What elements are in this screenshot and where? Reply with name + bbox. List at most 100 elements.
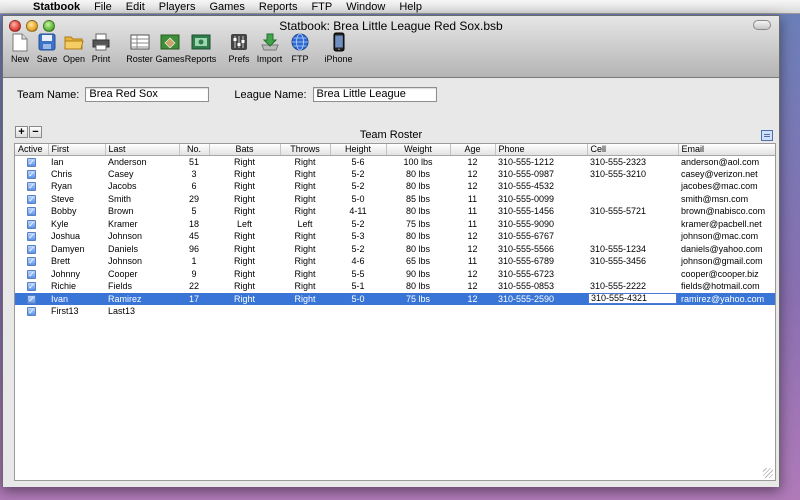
cell-height[interactable]: 4-6 bbox=[330, 255, 386, 268]
cell-cell[interactable]: 310-555-3210 bbox=[587, 168, 678, 181]
menu-ftp[interactable]: FTP bbox=[304, 0, 339, 14]
table-row[interactable]: ✓ Ryan Jacobs 6 Right Right 5-2 80 lbs 12 310-555… bbox=[15, 180, 775, 193]
cell-cell[interactable]: 310-555-5721 bbox=[587, 205, 678, 218]
table-row[interactable]: ✓ Johnny Cooper 9 Right Right 5-5 90 lbs 12 310-5… bbox=[15, 268, 775, 281]
cell-age[interactable]: 12 bbox=[450, 243, 495, 256]
cell-last[interactable]: Anderson bbox=[105, 155, 179, 168]
cell-phone[interactable]: 310-555-0987 bbox=[495, 168, 587, 181]
cell-last[interactable]: Fields bbox=[105, 280, 179, 293]
cell-first[interactable]: Bobby bbox=[48, 205, 105, 218]
column-header-active[interactable]: Active bbox=[15, 144, 49, 156]
cell-age[interactable]: 11 bbox=[450, 193, 495, 206]
cell-phone[interactable] bbox=[495, 305, 587, 318]
cell-throws[interactable]: Right bbox=[280, 255, 330, 268]
cell-no[interactable]: 22 bbox=[179, 280, 209, 293]
active-checkbox[interactable]: ✓ bbox=[27, 182, 36, 192]
cell-bats[interactable]: Right bbox=[209, 180, 280, 193]
active-checkbox[interactable]: ✓ bbox=[27, 307, 36, 317]
cell-no[interactable]: 3 bbox=[179, 168, 209, 181]
print-button[interactable]: Print bbox=[88, 32, 114, 64]
cell-throws[interactable]: Right bbox=[280, 205, 330, 218]
prefs-button[interactable]: Prefs bbox=[226, 32, 252, 64]
cell-email[interactable]: jacobes@mac.com bbox=[678, 180, 775, 193]
iphone-button[interactable]: iPhone bbox=[322, 32, 355, 64]
cell-weight[interactable] bbox=[386, 305, 450, 318]
cell-last[interactable]: Daniels bbox=[105, 243, 179, 256]
league-name-field[interactable]: Brea Little League bbox=[312, 87, 437, 102]
cell-age[interactable]: 12 bbox=[450, 292, 495, 305]
table-row[interactable]: ✓ Damyen Daniels 96 Right Right 5-2 80 lbs 12 310… bbox=[15, 243, 775, 256]
menu-window[interactable]: Window bbox=[339, 0, 392, 14]
cell-throws[interactable]: Right bbox=[280, 180, 330, 193]
cell-email[interactable] bbox=[678, 305, 775, 318]
cell-no[interactable]: 6 bbox=[179, 180, 209, 193]
cell-throws[interactable]: Right bbox=[280, 292, 330, 305]
cell-throws[interactable]: Right bbox=[280, 193, 330, 206]
cell-first[interactable]: Joshua bbox=[48, 230, 105, 243]
cell-height[interactable]: 5-5 bbox=[330, 268, 386, 281]
menu-players[interactable]: Players bbox=[152, 0, 203, 14]
menu-games[interactable]: Games bbox=[202, 0, 251, 14]
table-row[interactable]: ✓ Ian Anderson 51 Right Right 5-6 100 lbs 12 310-… bbox=[15, 155, 775, 168]
resize-grip-icon[interactable] bbox=[763, 468, 773, 478]
cell-phone[interactable]: 310-555-5566 bbox=[495, 243, 587, 256]
column-header-height[interactable]: Height bbox=[330, 144, 387, 156]
cell-edit-field[interactable]: 310-555-4321 bbox=[588, 293, 677, 305]
cell-height[interactable]: 5-2 bbox=[330, 218, 386, 231]
cell-weight[interactable]: 65 lbs bbox=[386, 255, 450, 268]
cell-cell[interactable] bbox=[587, 180, 678, 193]
column-chooser-icon[interactable] bbox=[761, 130, 773, 141]
column-header-email[interactable]: Email bbox=[678, 144, 775, 156]
table-row[interactable]: ✓ Bobby Brown 5 Right Right 4-11 80 lbs 11 310-55… bbox=[15, 205, 775, 218]
cell-bats[interactable] bbox=[209, 305, 280, 318]
cell-no[interactable]: 17 bbox=[179, 292, 209, 305]
active-checkbox[interactable]: ✓ bbox=[27, 269, 36, 279]
cell-first[interactable]: Steve bbox=[48, 193, 105, 206]
cell-cell[interactable] bbox=[587, 268, 678, 281]
cell-age[interactable]: 12 bbox=[450, 155, 495, 168]
cell-bats[interactable]: Right bbox=[209, 255, 280, 268]
active-checkbox[interactable]: ✓ bbox=[27, 232, 36, 242]
cell-age[interactable]: 11 bbox=[450, 255, 495, 268]
active-checkbox[interactable]: ✓ bbox=[27, 257, 36, 267]
active-checkbox[interactable]: ✓ bbox=[27, 169, 36, 179]
cell-weight[interactable]: 90 lbs bbox=[386, 268, 450, 281]
cell-last[interactable]: Jacobs bbox=[105, 180, 179, 193]
table-row[interactable]: ✓ Chris Casey 3 Right Right 5-2 80 lbs 12 310-555… bbox=[15, 168, 775, 181]
cell-height[interactable]: 5-0 bbox=[330, 292, 386, 305]
cell-phone[interactable]: 310-555-9090 bbox=[495, 218, 587, 231]
cell-throws[interactable]: Right bbox=[280, 280, 330, 293]
cell-throws[interactable]: Right bbox=[280, 155, 330, 168]
active-checkbox[interactable]: ✓ bbox=[27, 294, 36, 304]
cell-height[interactable]: 5-6 bbox=[330, 155, 386, 168]
team-name-field[interactable]: Brea Red Sox bbox=[85, 87, 210, 102]
cell-no[interactable] bbox=[179, 305, 209, 318]
menu-reports[interactable]: Reports bbox=[252, 0, 305, 14]
cell-age[interactable]: 11 bbox=[450, 205, 495, 218]
cell-phone[interactable]: 310-555-6723 bbox=[495, 268, 587, 281]
cell-weight[interactable]: 80 lbs bbox=[386, 180, 450, 193]
cell-weight[interactable]: 80 lbs bbox=[386, 230, 450, 243]
table-row[interactable]: ✓ Kyle Kramer 18 Left Left 5-2 75 lbs 11 310-555-… bbox=[15, 218, 775, 231]
cell-height[interactable]: 5-3 bbox=[330, 230, 386, 243]
cell-email[interactable]: fields@hotmail.com bbox=[678, 280, 775, 293]
cell-weight[interactable]: 80 lbs bbox=[386, 243, 450, 256]
cell-bats[interactable]: Right bbox=[209, 193, 280, 206]
cell-first[interactable]: Ian bbox=[48, 155, 105, 168]
cell-email[interactable]: johnson@mac.com bbox=[678, 230, 775, 243]
cell-email[interactable]: anderson@aol.com bbox=[678, 155, 775, 168]
cell-email[interactable]: daniels@yahoo.com bbox=[678, 243, 775, 256]
menu-edit[interactable]: Edit bbox=[119, 0, 152, 14]
table-row[interactable]: ✓ Steve Smith 29 Right Right 5-0 85 lbs 11 310-55… bbox=[15, 193, 775, 206]
cell-first[interactable]: Chris bbox=[48, 168, 105, 181]
cell-email[interactable]: johnson@gmail.com bbox=[678, 255, 775, 268]
active-checkbox[interactable]: ✓ bbox=[27, 282, 36, 292]
cell-height[interactable] bbox=[330, 305, 386, 318]
cell-no[interactable]: 9 bbox=[179, 268, 209, 281]
cell-first[interactable]: Richie bbox=[48, 280, 105, 293]
cell-age[interactable]: 12 bbox=[450, 268, 495, 281]
cell-no[interactable]: 45 bbox=[179, 230, 209, 243]
cell-last[interactable]: Cooper bbox=[105, 268, 179, 281]
cell-email[interactable]: cooper@cooper.biz bbox=[678, 268, 775, 281]
menu-help[interactable]: Help bbox=[392, 0, 429, 14]
